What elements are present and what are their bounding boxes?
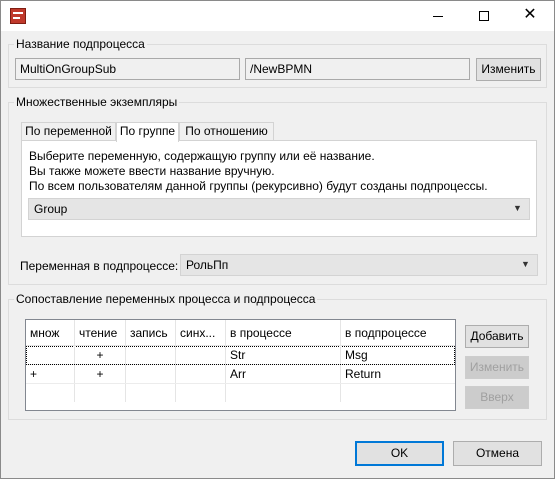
change-subprocess-button[interactable]: Изменить (476, 58, 541, 81)
description-line: Вы также можете ввести название вручную. (29, 164, 275, 178)
column-header-read[interactable]: чтение (75, 320, 126, 346)
column-header-write[interactable]: запись (126, 320, 176, 346)
chevron-down-icon: ▼ (521, 259, 530, 269)
cancel-button[interactable]: Отмена (453, 441, 542, 466)
bpmn-app-icon (10, 8, 26, 24)
variable-mapping-group-title: Сопоставление переменных процесса и подп… (14, 292, 318, 306)
subprocess-variable-label: Переменная в подпроцессе: (20, 259, 179, 273)
group-select-value: Group (34, 202, 68, 216)
edit-mapping-button[interactable]: Изменить (465, 356, 529, 379)
maximize-button[interactable] (461, 1, 507, 31)
add-mapping-button[interactable]: Добавить (465, 325, 529, 348)
tab-by-relation[interactable]: По отношению (179, 122, 274, 141)
table-header: множ чтение запись синх... в процессе в … (26, 320, 455, 346)
maximize-icon (479, 11, 489, 21)
cell-process-var: Str (226, 346, 341, 364)
column-header-mult[interactable]: множ (26, 320, 75, 346)
minimize-button[interactable] (415, 1, 461, 31)
cell-empty (341, 384, 455, 402)
column-header-sync[interactable]: синх... (176, 320, 226, 346)
table-row[interactable]: + + Arr Return (26, 365, 455, 384)
cell-empty (126, 384, 176, 402)
title-bar: ✕ (1, 1, 554, 31)
cell-subprocess-var: Msg (345, 348, 368, 362)
tab-by-variable[interactable]: По переменной (21, 122, 116, 141)
subprocess-dialog: ✕ Название подпроцесса MultiOnGroupSub /… (0, 0, 555, 479)
cell-subprocess-var: Return (345, 367, 382, 381)
multi-instance-group-title: Множественные экземпляры (14, 95, 180, 109)
subprocess-name-field[interactable]: MultiOnGroupSub (15, 58, 240, 80)
cell-write (126, 365, 176, 383)
variable-mapping-table: множ чтение запись синх... в процессе в … (25, 319, 456, 411)
ok-button[interactable]: OK (355, 441, 444, 466)
cell-mult: + (26, 365, 75, 383)
minimize-icon (433, 16, 443, 17)
cell-empty (75, 384, 126, 402)
chevron-down-icon: ▼ (513, 203, 522, 213)
close-icon: ✕ (523, 6, 537, 23)
description-line: По всем пользователям данной группы (рек… (29, 179, 488, 193)
cell-mult (26, 346, 75, 364)
cell-read: + (75, 365, 126, 383)
cell-empty (176, 384, 226, 402)
cell-write (126, 346, 176, 364)
move-up-button[interactable]: Вверх (465, 386, 529, 409)
subprocess-variable-value: РольПп (186, 258, 229, 272)
subprocess-variable-select[interactable]: РольПп ▼ (180, 254, 538, 276)
subprocess-name-group-title: Название подпроцесса (14, 37, 147, 51)
subprocess-path-field[interactable]: /NewBPMN (245, 58, 470, 80)
tab-by-group[interactable]: По группе (116, 122, 179, 142)
cell-read: + (75, 346, 126, 364)
tab-panel-by-group: Выберите переменную, содержащую группу и… (21, 140, 537, 237)
group-select[interactable]: Group ▼ (28, 198, 530, 220)
cell-empty (26, 384, 75, 402)
cell-process-var: Arr (226, 365, 341, 383)
column-header-process-var[interactable]: в процессе (226, 320, 341, 346)
cell-empty (226, 384, 341, 402)
column-header-subprocess-var[interactable]: в подпроцессе (341, 320, 455, 346)
cell-sync (176, 346, 226, 364)
table-row-empty (26, 384, 455, 403)
description-line: Выберите переменную, содержащую группу и… (29, 149, 375, 163)
table-row[interactable]: + Str Msg (26, 346, 455, 365)
cell-sync (176, 365, 226, 383)
close-button[interactable]: ✕ (507, 1, 553, 31)
